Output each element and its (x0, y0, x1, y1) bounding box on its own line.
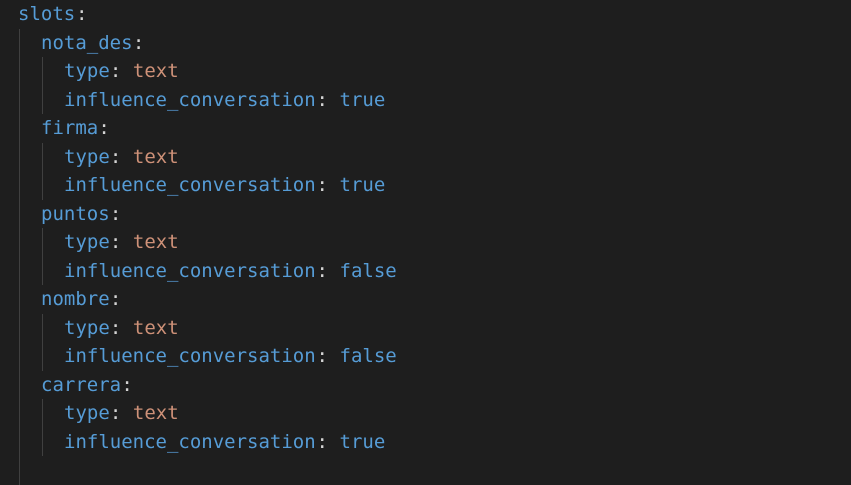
code-line: influence_conversation: true (0, 171, 851, 200)
type-key: type (64, 316, 110, 339)
indent-guide (18, 85, 20, 114)
influence-key: influence_conversation (64, 345, 316, 367)
yaml-colon: : (316, 430, 328, 453)
indent-guide (18, 285, 20, 314)
type-value: text (132, 145, 179, 168)
indent-guide (42, 171, 43, 200)
indent-guide (42, 85, 43, 114)
code-line: type: text (0, 57, 851, 86)
influence-key: influence_conversation (64, 430, 316, 453)
indent-guide (18, 142, 20, 171)
slot-name: nombre (41, 288, 110, 310)
yaml-colon: : (121, 373, 133, 396)
indent-guide (18, 228, 20, 257)
indent-guide (18, 199, 20, 228)
yaml-key: slots (18, 3, 76, 25)
indent-guide (42, 228, 43, 257)
indent-guide (18, 370, 20, 399)
influence-key: influence_conversation (64, 174, 316, 196)
yaml-colon: : (316, 88, 328, 111)
yaml-colon: : (109, 402, 122, 424)
yaml-colon: : (98, 117, 110, 139)
type-value: text (132, 60, 179, 82)
indent-guide (42, 427, 43, 456)
indent-guide (18, 256, 20, 285)
type-value: text (132, 231, 179, 253)
indent-guide (18, 399, 20, 428)
code-line: type: text (0, 142, 851, 171)
slot-name: carrera (41, 373, 122, 396)
yaml-colon: : (76, 3, 88, 25)
indent-guide (42, 342, 43, 371)
slot-name: nota_des (41, 31, 133, 54)
type-value: text (132, 316, 179, 339)
type-key: type (64, 231, 110, 253)
indent-guide (42, 142, 43, 171)
code-editor[interactable]: slots: nota_des: type: text influence_conve… (0, 0, 851, 485)
code-line: puntos: (0, 199, 851, 228)
influence-key: influence_conversation (64, 259, 316, 282)
code-line (0, 456, 851, 485)
yaml-colon: : (109, 145, 122, 168)
influence-value: false (339, 259, 397, 282)
code-line: type: text (0, 313, 851, 342)
code-line: influence_conversation: false (0, 256, 851, 285)
code-line: firma: (0, 114, 851, 143)
code-line: type: text (0, 228, 851, 257)
indent-guide (18, 171, 20, 200)
indent-guide (42, 313, 43, 342)
indent-guide (42, 399, 43, 428)
yaml-colon: : (109, 60, 122, 82)
yaml-colon: : (109, 316, 122, 339)
code-line: slots: (0, 0, 851, 29)
influence-value: false (339, 345, 397, 367)
yaml-colon: : (109, 202, 122, 225)
indent-guide (18, 57, 20, 86)
code-line: influence_conversation: false (0, 342, 851, 371)
slot-name: firma (41, 117, 99, 139)
code-line: influence_conversation: true (0, 85, 851, 114)
indent-guide (18, 427, 20, 456)
yaml-colon: : (316, 345, 328, 367)
yaml-colon: : (109, 231, 122, 253)
yaml-colon: : (316, 174, 328, 196)
code-line: nota_des: (0, 28, 851, 57)
indent-guide (18, 28, 20, 57)
code-line: influence_conversation: true (0, 427, 851, 456)
indent-guide (18, 342, 20, 371)
influence-key: influence_conversation (64, 88, 316, 111)
yaml-colon: : (109, 288, 122, 310)
indent-guide (18, 114, 20, 143)
type-key: type (64, 145, 110, 168)
yaml-colon: : (316, 259, 328, 282)
indent-guide (18, 313, 20, 342)
indent-guide (42, 256, 43, 285)
indent-guide (42, 57, 43, 86)
influence-value: true (339, 88, 386, 111)
type-key: type (64, 60, 110, 82)
influence-value: true (339, 430, 386, 453)
indent-guide (18, 456, 20, 485)
slot-name: puntos (41, 202, 110, 225)
code-line: type: text (0, 399, 851, 428)
yaml-colon: : (132, 31, 145, 54)
influence-value: true (339, 174, 386, 196)
type-value: text (132, 402, 179, 424)
code-line: carrera: (0, 370, 851, 399)
type-key: type (64, 402, 110, 424)
code-line: nombre: (0, 285, 851, 314)
